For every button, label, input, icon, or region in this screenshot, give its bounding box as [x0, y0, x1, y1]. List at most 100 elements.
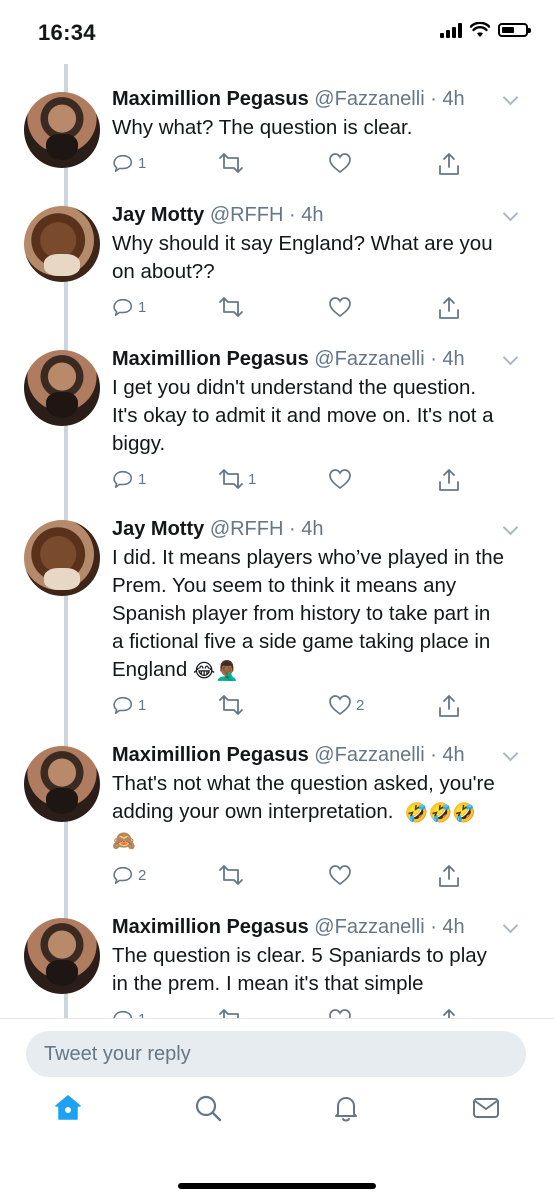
tab-messages[interactable]: [464, 1086, 508, 1130]
emoji: 😂🤦🏾‍♂️: [192, 661, 239, 682]
tweet[interactable]: Maximillion Pegasus @Fazzanelli · 4h I g…: [0, 346, 554, 506]
reply-count: 1: [138, 154, 147, 172]
share-button[interactable]: [438, 1008, 460, 1018]
like-button[interactable]: [328, 468, 356, 490]
tweet-text: I get you didn't understand the question…: [112, 374, 526, 458]
battery-icon: [498, 23, 531, 37]
like-button[interactable]: [328, 864, 356, 886]
avatar[interactable]: [24, 918, 100, 994]
reply-button[interactable]: 1: [112, 694, 146, 716]
reply-button[interactable]: 2: [112, 864, 146, 886]
retweet-icon: [219, 1009, 239, 1018]
avatar[interactable]: [24, 92, 100, 168]
heart-icon: [329, 153, 351, 174]
like-button[interactable]: [328, 1008, 356, 1018]
author-name[interactable]: Jay Motty: [112, 518, 204, 540]
notifications-icon: [335, 1097, 357, 1122]
tweet-header: Maximillion Pegasus @Fazzanelli · 4h: [112, 348, 465, 370]
status-icons: [440, 22, 531, 38]
reply-button[interactable]: 1: [112, 152, 146, 174]
avatar[interactable]: [24, 746, 100, 822]
tab-notifications[interactable]: [324, 1086, 368, 1130]
like-button[interactable]: 2: [328, 694, 364, 716]
share-button[interactable]: [438, 468, 460, 492]
reply-icon: [113, 154, 133, 173]
reply-count: 2: [138, 866, 147, 884]
tweet[interactable]: Jay Motty @RFFH · 4h I did. It means pla…: [0, 516, 554, 736]
tab-bar: [0, 1086, 554, 1156]
share-button[interactable]: [438, 296, 460, 320]
tweet-line: Why should it say England? What are you: [112, 232, 493, 255]
avatar[interactable]: [24, 520, 100, 596]
author-handle[interactable]: @Fazzanelli: [314, 88, 424, 110]
avatar[interactable]: [24, 350, 100, 426]
share-icon: [439, 153, 459, 175]
author-handle[interactable]: @RFFH: [210, 518, 284, 540]
reply-thread[interactable]: Maximillion Pegasus @Fazzanelli · 4h Why…: [0, 64, 554, 1018]
author-handle[interactable]: @Fazzanelli: [314, 348, 424, 370]
tweet[interactable]: Maximillion Pegasus @Fazzanelli · 4h Why…: [0, 86, 554, 204]
share-icon: [443, 1009, 455, 1018]
tweet-actions: 1: [112, 296, 472, 324]
author-handle[interactable]: @Fazzanelli: [314, 744, 424, 766]
reply-input[interactable]: Tweet your reply: [26, 1031, 526, 1077]
tweet-actions: 2: [112, 864, 472, 892]
heart-icon: [329, 695, 351, 716]
retweet-button[interactable]: 1: [218, 468, 256, 490]
share-icon: [439, 865, 459, 887]
retweet-icon: [219, 297, 243, 317]
share-button[interactable]: [438, 152, 460, 176]
reply-button[interactable]: 1: [112, 468, 146, 490]
like-button[interactable]: [328, 152, 356, 174]
author-name[interactable]: Maximillion Pegasus: [112, 348, 309, 370]
reply-icon: [113, 696, 133, 715]
retweet-button[interactable]: [218, 1008, 248, 1018]
tweet-time: 4h: [301, 518, 324, 540]
avatar[interactable]: [24, 206, 100, 282]
retweet-button[interactable]: [218, 864, 248, 886]
author-name[interactable]: Jay Motty: [112, 204, 204, 226]
author-name[interactable]: Maximillion Pegasus: [112, 916, 309, 938]
like-button[interactable]: [328, 296, 356, 318]
retweet-icon: [219, 865, 243, 885]
author-name[interactable]: Maximillion Pegasus: [112, 88, 309, 110]
tab-home[interactable]: [46, 1086, 90, 1130]
retweet-button[interactable]: [218, 694, 248, 716]
author-name[interactable]: Maximillion Pegasus: [112, 744, 309, 766]
heart-icon: [329, 469, 351, 490]
tweet-line: on about??: [112, 260, 215, 283]
share-icon: [439, 695, 459, 717]
reply-button[interactable]: 1: [112, 1008, 146, 1018]
tweet-line: biggy.: [112, 432, 166, 455]
retweet-button[interactable]: [218, 296, 248, 318]
tweet-time: 4h: [442, 88, 465, 110]
tweet-line: in the prem. I mean it's that simple: [112, 972, 424, 995]
reply-count: 1: [138, 470, 147, 488]
tweet-time: 4h: [442, 916, 465, 938]
tweet-line: a fictional five a side game taking plac…: [112, 630, 491, 653]
share-button[interactable]: [438, 864, 460, 888]
tweet[interactable]: Maximillion Pegasus @Fazzanelli · 4h The…: [0, 914, 554, 1018]
tweet-header: Jay Motty @RFFH · 4h: [112, 204, 324, 226]
reply-button[interactable]: 1: [112, 296, 146, 318]
home-indicator[interactable]: [178, 1183, 376, 1189]
retweet-icon: [219, 695, 243, 715]
tweet-line: adding your own interpretation. 🤣🤣🤣: [112, 798, 526, 826]
tab-search[interactable]: [186, 1086, 230, 1130]
author-handle[interactable]: @RFFH: [210, 204, 284, 226]
share-button[interactable]: [438, 694, 460, 718]
heart-icon: [329, 297, 351, 318]
tweet-line: I get you didn't understand the question…: [112, 376, 477, 399]
tweet-line: Spanish player from history to take part…: [112, 602, 491, 625]
home-icon: [55, 1095, 81, 1120]
tweet[interactable]: Maximillion Pegasus @Fazzanelli · 4h Tha…: [0, 742, 554, 912]
tweet-header: Maximillion Pegasus @Fazzanelli · 4h: [112, 88, 465, 110]
tweet[interactable]: Jay Motty @RFFH · 4h Why should it say E…: [0, 202, 554, 342]
retweet-count: 1: [248, 470, 257, 488]
tweet-actions: 1 2: [112, 694, 472, 722]
heart-icon: [329, 865, 351, 886]
tweet-time: 4h: [442, 348, 465, 370]
author-handle[interactable]: @Fazzanelli: [314, 916, 424, 938]
retweet-button[interactable]: [218, 152, 248, 174]
emoji: 🤣🤣🤣: [404, 803, 476, 824]
